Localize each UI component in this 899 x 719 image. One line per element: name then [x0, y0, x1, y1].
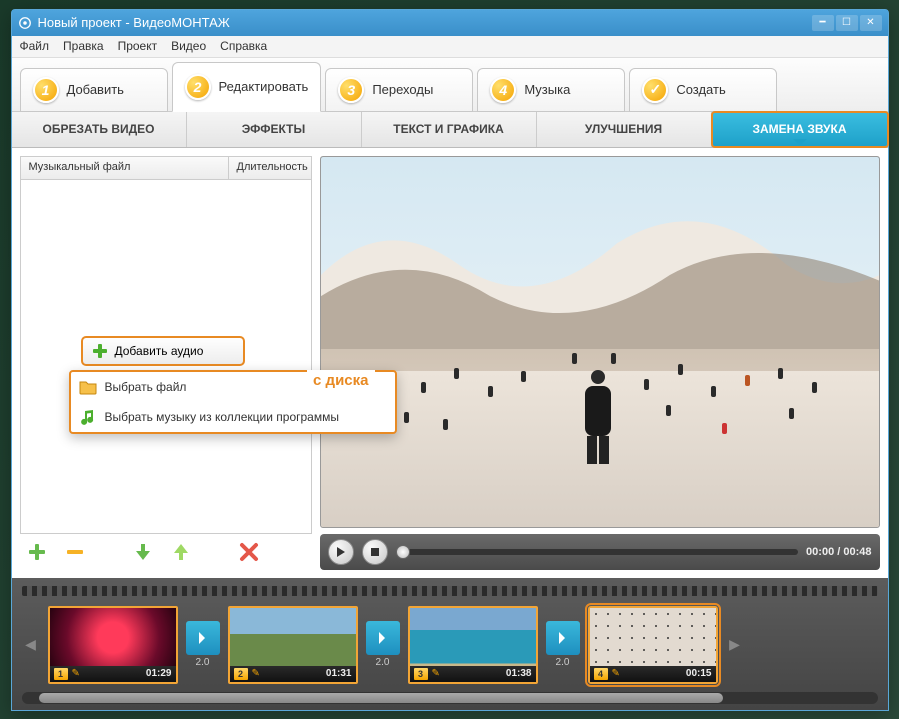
transition-3[interactable] [546, 621, 580, 655]
transition-duration: 2.0 [376, 657, 390, 668]
play-button[interactable] [328, 539, 354, 565]
preview-panel: 00:00 / 00:48 [320, 156, 880, 570]
subtab-enhance[interactable]: УЛУЧШЕНИЯ [537, 112, 712, 147]
person-figure [577, 370, 619, 460]
titlebar[interactable]: Новый проект - ВидеоМОНТАЖ ━ ☐ ✕ [12, 10, 888, 36]
music-note-icon [79, 408, 97, 426]
clip-3[interactable]: 3✎01:38 [408, 606, 538, 684]
app-icon [18, 16, 32, 30]
menubar: Файл Правка Проект Видео Справка [12, 36, 888, 58]
seek-bar[interactable] [396, 549, 799, 555]
step-badge-2: 2 [185, 74, 211, 100]
step-label: Добавить [67, 82, 124, 97]
subtab-text[interactable]: ТЕКСТ И ГРАФИКА [362, 112, 537, 147]
wizard-steps: 1 Добавить 2 Редактировать 3 Переходы 4 Музы… [12, 58, 888, 112]
folder-icon [79, 378, 97, 396]
timeline-scrollbar[interactable] [22, 692, 878, 704]
subtab-trim[interactable]: ОБРЕЗАТЬ ВИДЕО [12, 112, 187, 147]
scrollbar-thumb[interactable] [39, 693, 724, 703]
move-up-button[interactable] [168, 539, 194, 565]
scroll-right-button[interactable]: ▶ [726, 615, 744, 675]
step-label: Редактировать [219, 79, 309, 94]
step-label: Переходы [372, 82, 433, 97]
edit-icon[interactable]: ✎ [72, 668, 80, 679]
transition-duration: 2.0 [556, 657, 570, 668]
add-audio-menu: с диска Выбрать файл Выбрать музыку из к… [69, 370, 397, 434]
menu-choose-from-collection[interactable]: Выбрать музыку из коллекции программы [71, 402, 395, 432]
maximize-button[interactable]: ☐ [836, 15, 858, 31]
plus-icon [91, 342, 109, 360]
step-label: Создать [676, 82, 725, 97]
subtab-replace-audio[interactable]: ЗАМЕНА ЗВУКА [711, 111, 889, 148]
clip-2[interactable]: 2✎01:31 [228, 606, 358, 684]
edit-icon[interactable]: ✎ [432, 668, 440, 679]
subtab-effects[interactable]: ЭФФЕКТЫ [187, 112, 362, 147]
annotation-from-disk: с диска [307, 370, 374, 391]
audio-list-header: Музыкальный файл Длительность [20, 156, 312, 180]
scroll-left-button[interactable]: ◀ [22, 615, 40, 675]
video-preview[interactable] [320, 156, 880, 528]
editor-subtabs: ОБРЕЗАТЬ ВИДЕО ЭФФЕКТЫ ТЕКСТ И ГРАФИКА У… [12, 112, 888, 148]
timeline: ◀ 1✎01:29 2.0 2✎01:31 2.0 3✎01:38 2.0 4✎… [12, 578, 888, 710]
close-button[interactable]: ✕ [860, 15, 882, 31]
edit-icon[interactable]: ✎ [252, 668, 260, 679]
clip-4[interactable]: 4✎00:15 [588, 606, 718, 684]
window-title: Новый проект - ВидеоМОНТАЖ [38, 15, 230, 30]
menu-item-label: Выбрать файл [105, 380, 187, 394]
transition-duration: 2.0 [196, 657, 210, 668]
remove-button[interactable] [62, 539, 88, 565]
menu-edit[interactable]: Правка [63, 39, 104, 53]
audio-list[interactable]: Добавить аудио с диска Выбрать файл Выбр… [20, 180, 312, 534]
menu-help[interactable]: Справка [220, 39, 267, 53]
film-strip-decoration [22, 586, 878, 596]
step-edit[interactable]: 2 Редактировать [172, 62, 322, 112]
delete-button[interactable] [236, 539, 262, 565]
add-audio-label: Добавить аудио [115, 344, 204, 358]
content-area: Музыкальный файл Длительность Добавить а… [12, 148, 888, 578]
menu-file[interactable]: Файл [20, 39, 50, 53]
column-file[interactable]: Музыкальный файл [21, 157, 229, 179]
step-create[interactable]: Создать [629, 68, 777, 112]
transition-2[interactable] [366, 621, 400, 655]
step-badge-3: 3 [338, 77, 364, 103]
step-music[interactable]: 4 Музыка [477, 68, 625, 112]
menu-video[interactable]: Видео [171, 39, 206, 53]
add-button[interactable] [24, 539, 50, 565]
clips-row: ◀ 1✎01:29 2.0 2✎01:31 2.0 3✎01:38 2.0 4✎… [22, 602, 878, 688]
step-transitions[interactable]: 3 Переходы [325, 68, 473, 112]
player-controls: 00:00 / 00:48 [320, 534, 880, 570]
audio-toolbar [20, 534, 312, 570]
step-badge-check [642, 77, 668, 103]
step-badge-4: 4 [490, 77, 516, 103]
step-add[interactable]: 1 Добавить [20, 68, 168, 112]
audio-panel: Музыкальный файл Длительность Добавить а… [20, 156, 312, 570]
minimize-button[interactable]: ━ [812, 15, 834, 31]
transition-1[interactable] [186, 621, 220, 655]
seek-thumb[interactable] [396, 545, 410, 559]
stop-button[interactable] [362, 539, 388, 565]
step-badge-1: 1 [33, 77, 59, 103]
menu-item-label: Выбрать музыку из коллекции программы [105, 410, 339, 424]
edit-icon[interactable]: ✎ [612, 668, 620, 679]
clip-1[interactable]: 1✎01:29 [48, 606, 178, 684]
step-label: Музыка [524, 82, 570, 97]
move-down-button[interactable] [130, 539, 156, 565]
time-display: 00:00 / 00:48 [806, 546, 871, 558]
column-duration[interactable]: Длительность [229, 157, 311, 179]
add-audio-button[interactable]: Добавить аудио [81, 336, 245, 366]
menu-project[interactable]: Проект [118, 39, 158, 53]
app-window: Новый проект - ВидеоМОНТАЖ ━ ☐ ✕ Файл Пр… [11, 9, 889, 711]
